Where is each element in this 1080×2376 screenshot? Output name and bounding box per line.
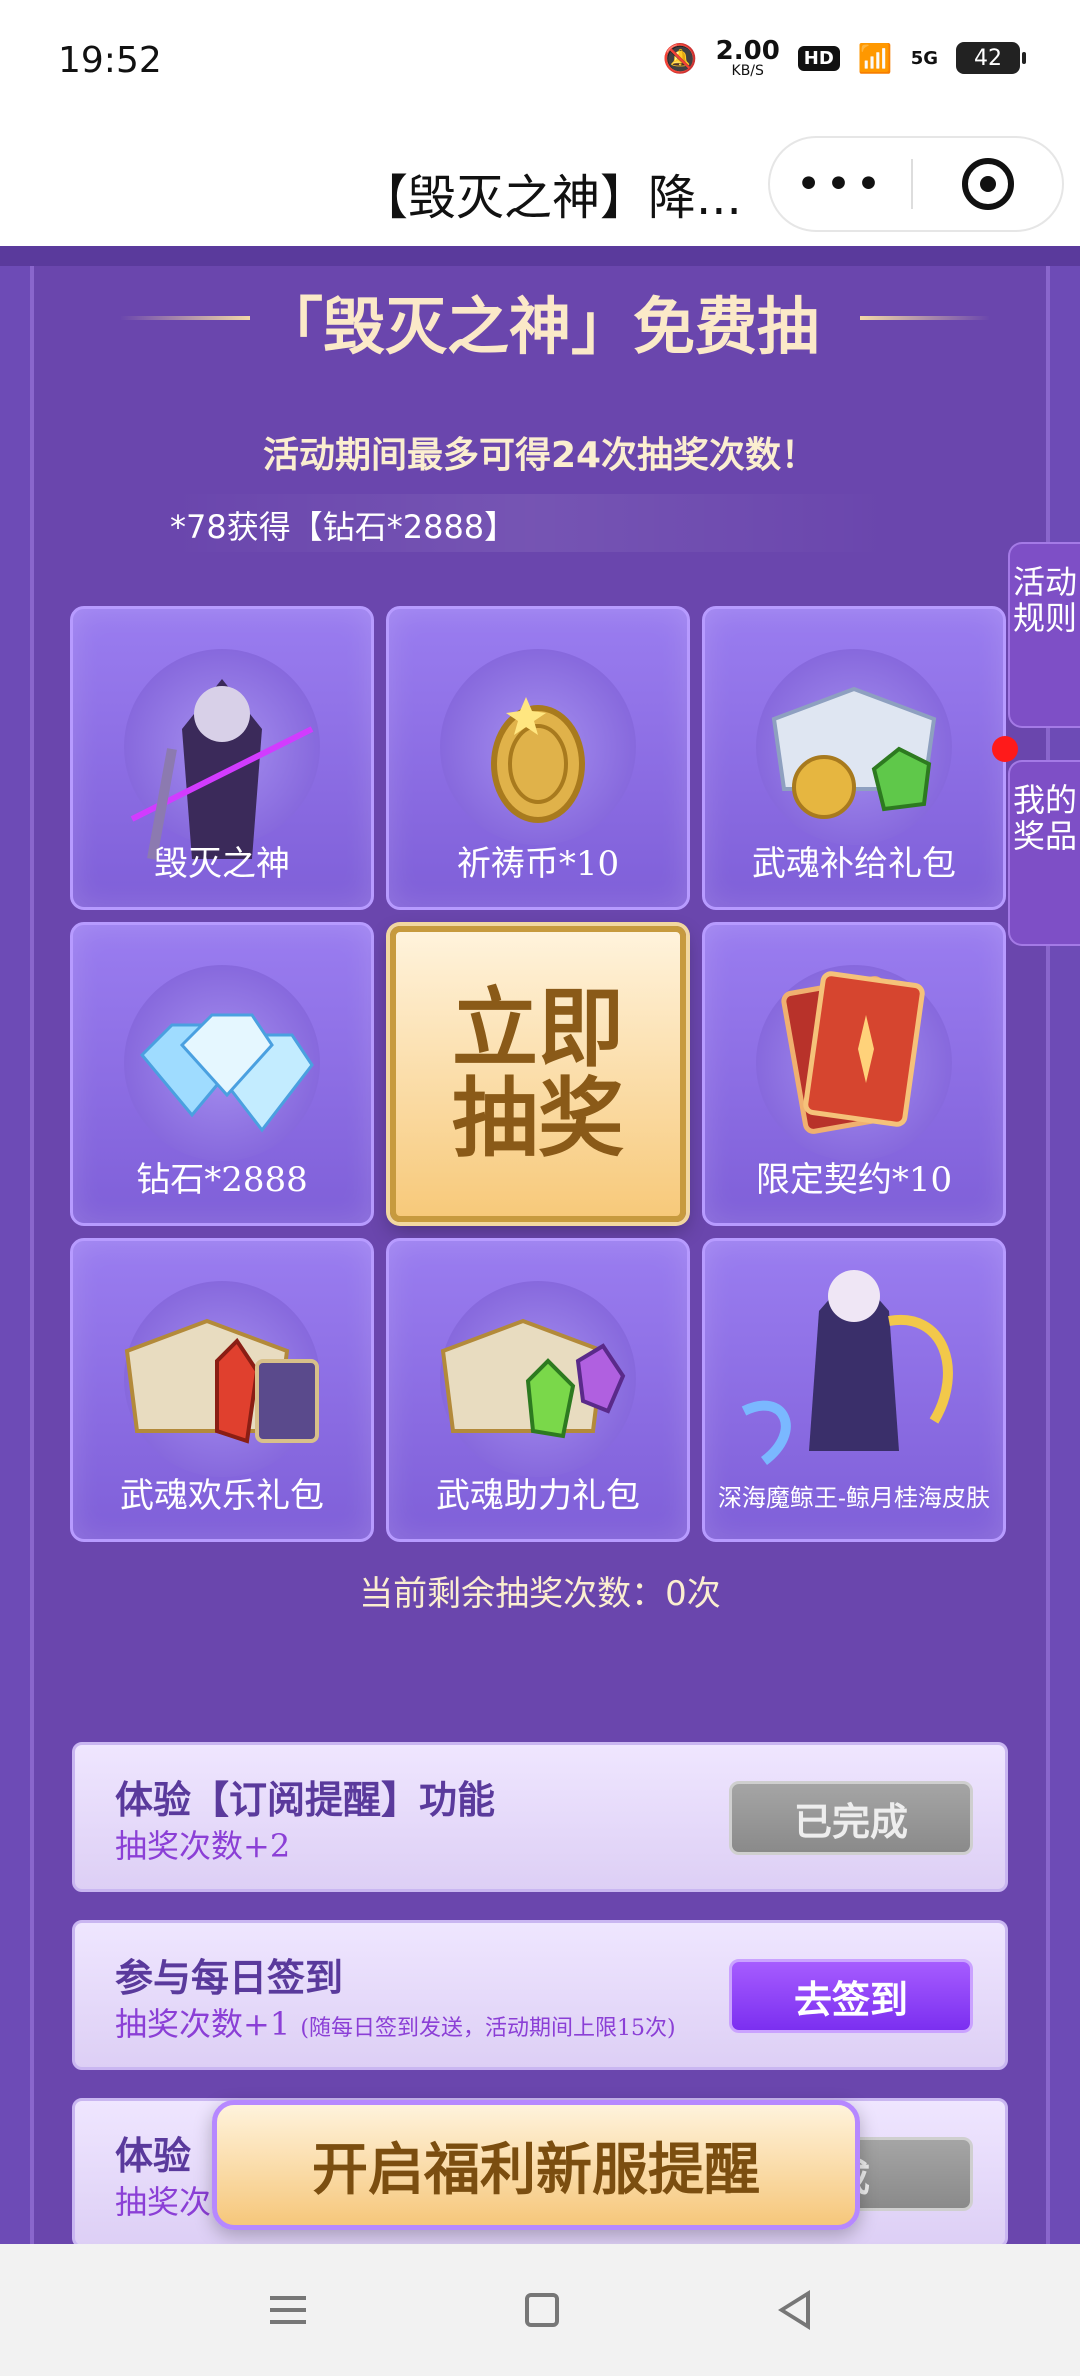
status-bar: 19:52 🔕 2.00 KB/S HD 📶 5G 42: [0, 0, 1080, 130]
task-reward: 抽奖次数+1: [115, 2005, 291, 2043]
prize-cell: 武魂助力礼包: [386, 1238, 690, 1542]
more-button[interactable]: •••: [770, 159, 911, 210]
page-title: 【毁灭之神】降...: [360, 170, 742, 226]
event-subtitle: 活动期间最多可得24次抽奖次数！: [262, 435, 818, 476]
draw-button-label: 立即抽奖: [452, 977, 624, 1169]
prize-label: 钻石*2888: [136, 1160, 308, 1200]
prize-cell: 限定契约*10: [702, 922, 1006, 1226]
notification-dot: [992, 736, 1018, 762]
mute-icon: 🔕: [662, 41, 698, 75]
prize-label: 深海魔鲸王-鲸月桂海皮肤: [717, 1484, 991, 1512]
coin-icon: [491, 697, 585, 823]
task-reward-line: 抽奖次数+1 (随每日签到发送，活动期间上限15次): [115, 1999, 676, 2045]
prize-label: 毁灭之神: [154, 844, 290, 884]
net-speed-unit: KB/S: [731, 63, 764, 79]
task-note: (随每日签到发送，活动期间上限15次): [300, 2016, 676, 2041]
prize-label: 祈祷币*10: [456, 844, 620, 884]
prize-cell: 深海魔鲸王-鲸月桂海皮肤: [702, 1238, 1006, 1542]
target-icon: [961, 158, 1014, 210]
wifi-icon: 📶: [857, 41, 893, 75]
menu-icon[interactable]: [269, 2296, 306, 2324]
prize-label: 武魂助力礼包: [436, 1476, 640, 1516]
mini-program-capsule: •••: [768, 136, 1064, 232]
close-button[interactable]: [913, 158, 1062, 210]
task-title: 体验【订阅提醒】功能: [115, 1777, 496, 1822]
net-speed-value: 2.00: [715, 36, 780, 66]
draw-button[interactable]: 立即抽奖: [390, 926, 686, 1222]
task-reward: 抽奖次: [115, 2183, 212, 2221]
prize-cell: 武魂补给礼包: [702, 606, 1006, 910]
home-icon[interactable]: [524, 2293, 559, 2327]
system-nav-bar: [0, 2244, 1080, 2376]
task-card: 参与每日签到 抽奖次数+1 (随每日签到发送，活动期间上限15次) 去签到: [72, 1920, 1008, 2070]
top-strip: [0, 246, 1080, 266]
task-completed-button[interactable]: 已完成: [729, 1781, 973, 1855]
task-reward: 抽奖次数+2: [115, 1827, 291, 1865]
status-icons: 🔕 2.00 KB/S HD 📶 5G 42: [662, 38, 1026, 78]
task-title: 体验: [115, 2133, 192, 2178]
winner-marquee: *78获得【钻石*2888】: [170, 494, 890, 552]
new-server-reminder-button[interactable]: 开启福利新服提醒: [212, 2100, 860, 2230]
task-card: 体验【订阅提醒】功能 抽奖次数+2 已完成: [72, 1742, 1008, 1892]
battery-icon: 42: [956, 42, 1026, 74]
prize-cell: 祈祷币*10: [386, 606, 690, 910]
prize-cell: 钻石*2888: [70, 922, 374, 1226]
prize-grid: 毁灭之神 祈祷币*10 武魂补给礼包 钻石*2888 立即抽奖 限定契约*10 …: [70, 606, 1016, 1546]
skin-icon: [741, 1270, 953, 1465]
chest-icon: [440, 1318, 626, 1439]
remaining-draws: 当前剩余抽奖次数：0次: [359, 1574, 721, 1614]
task-title: 参与每日签到: [115, 1955, 344, 2000]
prize-label: 限定契约*10: [755, 1160, 953, 1200]
hd-icon: HD: [797, 45, 840, 71]
activity-rules-tab[interactable]: 活动规则: [1008, 542, 1080, 728]
prize-cell: 武魂欢乐礼包: [70, 1238, 374, 1542]
my-prizes-tab[interactable]: 我的奖品: [1008, 760, 1080, 946]
back-icon[interactable]: [778, 2290, 811, 2330]
signal-icon: 5G: [910, 47, 938, 69]
prize-cell: 毁灭之神: [70, 606, 374, 910]
checkin-button[interactable]: 去签到: [729, 1959, 973, 2033]
prize-label: 武魂欢乐礼包: [120, 1476, 324, 1516]
network-speed: 2.00 KB/S: [716, 38, 780, 78]
chest-icon: [771, 686, 937, 819]
event-title: 「毁灭之神」免费抽: [260, 290, 819, 363]
event-page: 「毁灭之神」免费抽 活动期间最多可得24次抽奖次数！ *78获得【钻石*2888…: [0, 246, 1080, 2244]
card-icon: [781, 971, 925, 1134]
diamond-icon: [139, 1013, 314, 1133]
chest-icon: [124, 1318, 319, 1444]
status-time: 19:52: [58, 40, 162, 81]
prize-label: 武魂补给礼包: [752, 844, 956, 884]
